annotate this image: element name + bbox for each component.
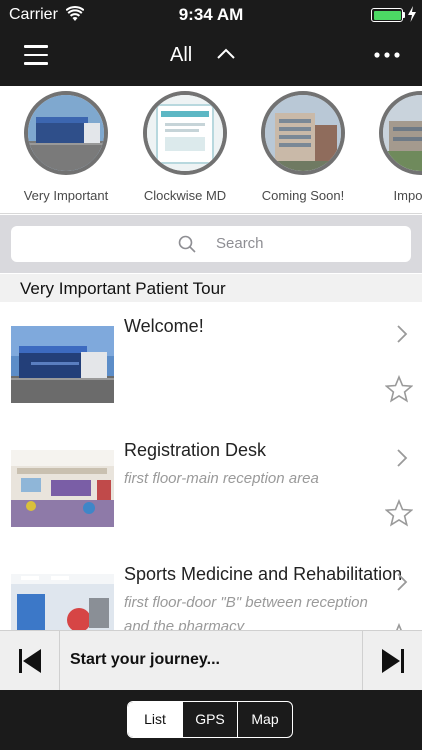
chevron-right-icon — [397, 449, 408, 467]
skip-back-button[interactable] — [0, 631, 60, 691]
battery-icon — [371, 8, 403, 22]
list-item-title: Welcome! — [124, 316, 204, 336]
tab-map[interactable]: Map — [237, 702, 292, 737]
section-header: Very Important Patient Tour — [0, 274, 422, 302]
audio-player-bar: Start your journey... — [0, 630, 422, 691]
chevron-right-icon — [397, 573, 408, 591]
star-icon[interactable] — [385, 375, 413, 403]
search-placeholder: Search — [216, 235, 264, 252]
list-item-subtitle: first floor-main reception area — [124, 470, 319, 487]
list-item[interactable]: Registration Desk first floor-main recep… — [0, 426, 422, 550]
star-icon[interactable] — [385, 499, 413, 527]
tab-list[interactable]: List — [128, 702, 182, 737]
list-item-thumbnail — [11, 450, 114, 527]
star-icon[interactable] — [385, 623, 413, 630]
carousel-item-very-important[interactable]: Very Important — [6, 91, 126, 209]
skip-forward-button[interactable] — [362, 631, 422, 691]
battery-level — [373, 10, 401, 20]
nav-bar: All — [0, 30, 422, 86]
carousel-label: Coming Soon! — [261, 188, 345, 203]
carousel-thumbnail — [24, 91, 108, 175]
charging-icon — [408, 6, 416, 22]
carousel-label: Very Important — [23, 188, 109, 203]
tour-carousel[interactable]: Very Important Clockwise MD Coming Soon!… — [0, 86, 422, 214]
list-item-thumbnail — [11, 574, 114, 630]
chevron-up-icon[interactable] — [216, 47, 236, 61]
stop-list[interactable]: Welcome! Registration Desk first floor-m… — [0, 302, 422, 630]
status-bar: Carrier 9:34 AM — [0, 0, 422, 30]
category-title[interactable]: All — [170, 44, 192, 67]
carousel-thumbnail — [261, 91, 345, 175]
hamburger-icon[interactable] — [24, 45, 48, 67]
search-icon — [178, 235, 196, 253]
carousel-thumbnail — [143, 91, 227, 175]
search-area: Search — [0, 215, 422, 273]
skip-back-icon — [19, 649, 41, 673]
carousel-item-clockwise-md[interactable]: Clockwise MD — [125, 91, 245, 209]
bottom-bar: List GPS Map — [0, 690, 422, 750]
carousel-item-coming-soon[interactable]: Coming Soon! — [243, 91, 363, 209]
section-title: Very Important Patient Tour — [20, 279, 226, 298]
chevron-right-icon — [397, 325, 408, 343]
carousel-label: Clockwise MD — [143, 188, 227, 203]
search-input[interactable]: Search — [11, 226, 411, 262]
carousel-item-important[interactable]: Important — [361, 91, 422, 209]
list-item-title: Registration Desk — [124, 440, 267, 460]
carousel-thumbnail — [379, 91, 422, 175]
skip-forward-icon — [382, 649, 404, 673]
list-item-title: Sports Medicine and Rehabilitation — [124, 564, 403, 584]
battery-cap — [403, 12, 405, 18]
clock: 9:34 AM — [178, 5, 244, 24]
view-mode-segmented-control[interactable]: List GPS Map — [127, 701, 293, 738]
list-item[interactable]: Sports Medicine and Rehabilitation first… — [0, 550, 422, 630]
ellipsis-icon[interactable] — [374, 51, 400, 59]
carousel-label: Important — [393, 188, 422, 203]
player-label: Start your journey... — [70, 651, 220, 668]
tab-gps[interactable]: GPS — [182, 702, 237, 737]
list-item-thumbnail — [11, 326, 114, 403]
list-item-subtitle: first floor-door "B" between reception a… — [124, 594, 368, 630]
list-item[interactable]: Welcome! — [0, 302, 422, 426]
